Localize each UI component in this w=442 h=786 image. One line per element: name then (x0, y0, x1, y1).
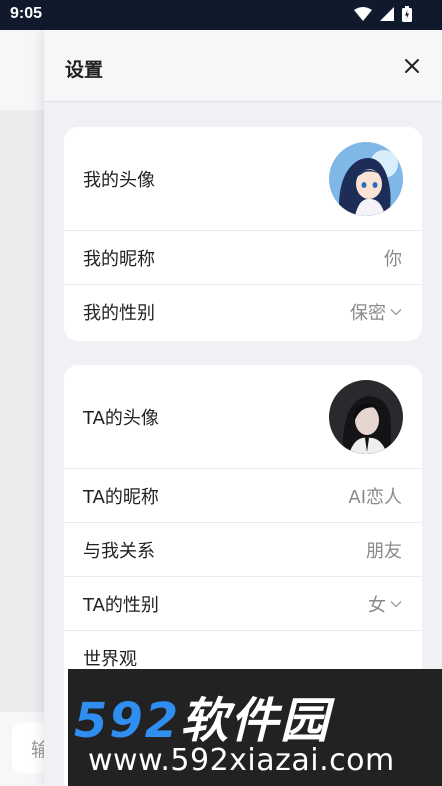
ta-gender-select[interactable]: 女 (368, 591, 402, 617)
ta-nickname-label: TA的昵称 (83, 486, 159, 508)
ta-nickname-row[interactable]: TA的昵称 AI恋人 (64, 469, 422, 523)
ta-gender-row[interactable]: TA的性别 女 (64, 577, 422, 631)
my-avatar-row[interactable]: 我的头像 (64, 127, 422, 231)
site-watermark: 592软件园 www.592xiazai.com (68, 669, 442, 786)
chat-header (0, 30, 44, 110)
watermark-brand: 软件园 (180, 693, 331, 749)
my-nickname-label: 我的昵称 (83, 248, 155, 270)
ta-relation-label: 与我关系 (83, 540, 155, 562)
chevron-down-icon (390, 309, 402, 316)
my-gender-label: 我的性别 (83, 303, 155, 324)
ta-avatar-label: TA的头像 (83, 407, 159, 429)
ta-nickname-value: AI恋人 (348, 486, 402, 508)
my-gender-value: 保密 (350, 303, 386, 324)
my-gender-row[interactable]: 我的性别 保密 (64, 285, 422, 339)
ta-relation-value: 朋友 (366, 540, 402, 562)
my-nickname-row[interactable]: 我的昵称 你 (64, 231, 422, 285)
status-bar: 9:05 (0, 0, 442, 30)
my-nickname-value: 你 (384, 248, 402, 270)
watermark-logo: 592软件园 (74, 681, 330, 751)
status-icons (354, 6, 412, 22)
my-avatar-label: 我的头像 (83, 169, 155, 191)
chevron-down-icon (390, 600, 402, 607)
my-avatar[interactable] (329, 141, 403, 216)
ta-gender-label: TA的性别 (83, 594, 159, 616)
wifi-icon (354, 7, 372, 21)
signal-icon (380, 7, 394, 21)
close-icon[interactable] (404, 58, 420, 74)
ta-gender-value: 女 (368, 594, 386, 616)
ta-worldview-label: 世界观 (83, 649, 137, 670)
settings-title: 设置 (65, 59, 104, 81)
status-time: 9:05 (10, 5, 43, 22)
ta-avatar-row[interactable]: TA的头像 (64, 365, 422, 469)
my-gender-select[interactable]: 保密 (350, 299, 402, 325)
my-profile-card: 我的头像 我的昵称 你 我的性别 保密 (64, 127, 422, 341)
ta-avatar[interactable] (329, 379, 403, 454)
ta-relation-row[interactable]: 与我关系 朋友 (64, 523, 422, 577)
watermark-url: www.592xiazai.com (88, 743, 395, 778)
battery-icon (402, 6, 412, 22)
settings-header: 设置 (44, 30, 442, 102)
watermark-number: 592 (74, 693, 181, 749)
